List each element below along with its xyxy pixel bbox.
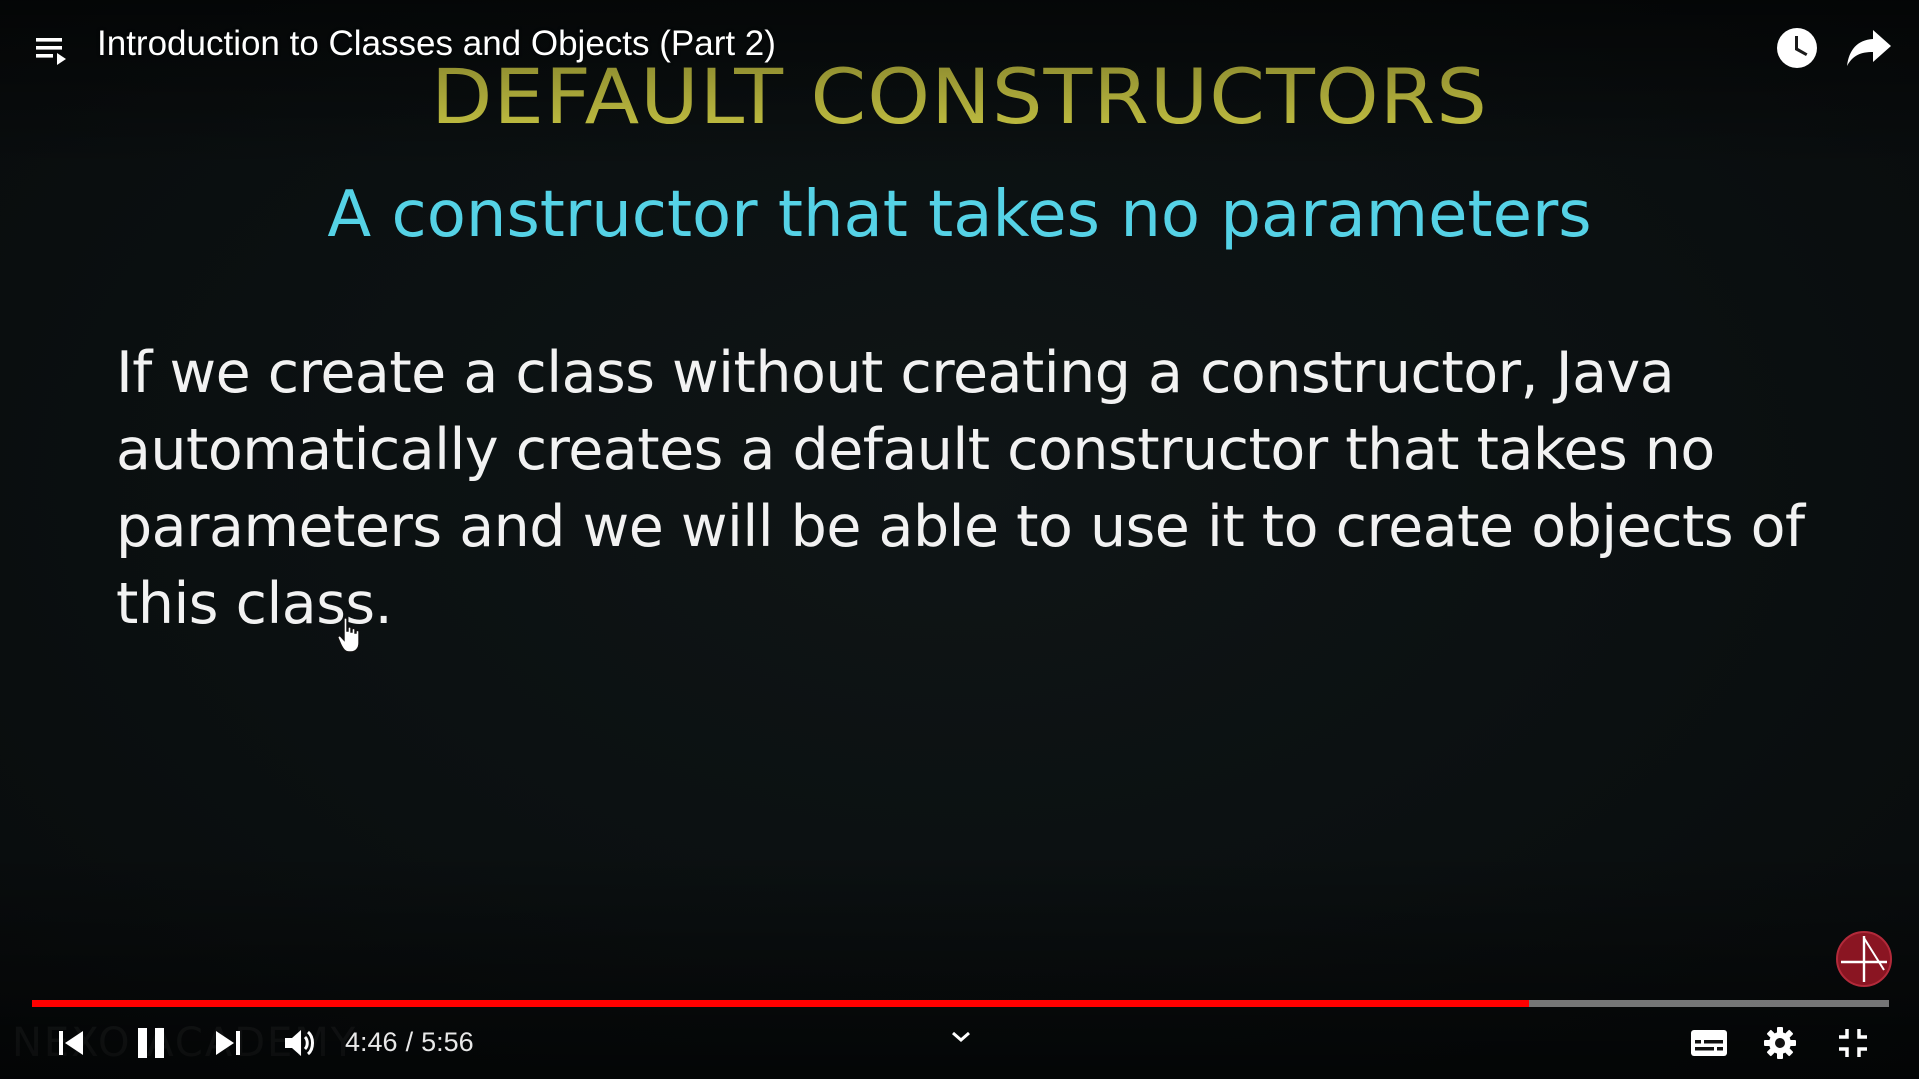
volume-icon[interactable]: [283, 1026, 319, 1060]
slide-body-line: this class.: [116, 571, 393, 637]
slide-subheading: A constructor that takes no parameters: [327, 178, 1592, 252]
slide-body-text: If we create a class without creating a …: [116, 335, 1836, 643]
progress-bar-played: [32, 1000, 1529, 1007]
chevron-down-icon[interactable]: [948, 1028, 974, 1046]
top-bar: Introduction to Classes and Objects (Par…: [0, 0, 1919, 100]
current-time: 4:46: [345, 1027, 398, 1057]
clock-icon[interactable]: [1773, 24, 1821, 72]
subtitles-icon[interactable]: [1690, 1028, 1728, 1058]
time-display: 4:46/5:56: [345, 1027, 474, 1058]
exit-fullscreen-icon[interactable]: [1837, 1027, 1869, 1059]
time-separator: /: [405, 1027, 414, 1057]
video-title[interactable]: Introduction to Classes and Objects (Par…: [97, 24, 776, 64]
next-icon[interactable]: [213, 1028, 243, 1058]
gear-icon[interactable]: [1763, 1026, 1797, 1060]
playlist-icon[interactable]: [32, 30, 78, 74]
slide-body-line: automatically creates a default construc…: [116, 417, 1715, 483]
hand-cursor-icon: [337, 617, 363, 655]
previous-icon[interactable]: [56, 1028, 86, 1058]
share-arrow-icon[interactable]: [1845, 26, 1893, 70]
channel-logo-icon[interactable]: [1835, 930, 1893, 988]
progress-bar[interactable]: [32, 1000, 1889, 1007]
pause-icon[interactable]: [134, 1026, 168, 1060]
slide-body-line: parameters and we will be able to use it…: [116, 494, 1805, 560]
slide-body-line: If we create a class without creating a …: [116, 340, 1675, 406]
duration: 5:56: [421, 1027, 474, 1057]
video-player[interactable]: DEFAULT CONSTRUCTORS A constructor that …: [0, 0, 1919, 1079]
